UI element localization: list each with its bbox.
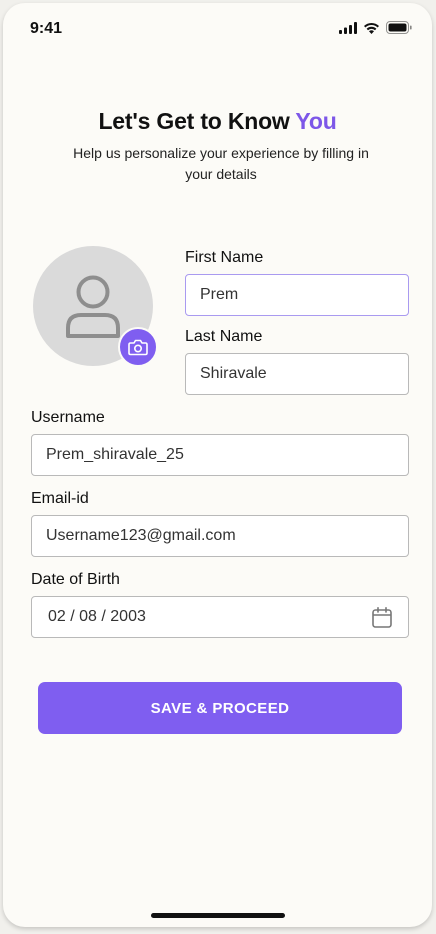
status-icons [339, 21, 412, 34]
dob-value: 02 / 08 / 2003 [48, 608, 146, 625]
email-label: Email-id [31, 490, 89, 507]
home-indicator [151, 913, 285, 918]
save-and-proceed-button[interactable]: SAVE & PROCEED [38, 682, 402, 734]
signal-icon [339, 21, 357, 34]
user-placeholder-icon [66, 275, 120, 338]
first-name-field[interactable] [185, 274, 409, 316]
page-subtitle: Help us personalize your experience by f… [73, 145, 369, 182]
calendar-icon[interactable] [372, 607, 392, 628]
battery-icon [386, 21, 412, 34]
change-photo-button[interactable] [118, 327, 158, 367]
username-field[interactable] [31, 434, 409, 476]
email-field[interactable] [31, 515, 409, 557]
username-input[interactable] [46, 446, 408, 464]
title-main: Let's Get to Know [98, 108, 296, 134]
last-name-input[interactable] [200, 365, 408, 383]
phone-screen: 9:41 Let's Get to Know You Help us perso… [3, 3, 432, 927]
dob-field[interactable]: 02 / 08 / 2003 [31, 596, 409, 638]
camera-icon [128, 339, 148, 355]
title-accent: You [295, 108, 337, 134]
last-name-field[interactable] [185, 353, 409, 395]
page-title: Let's Get to Know You [3, 108, 432, 135]
first-name-input[interactable] [200, 286, 408, 304]
wifi-icon [364, 22, 379, 34]
last-name-label: Last Name [185, 328, 263, 345]
status-time: 9:41 [30, 20, 63, 37]
first-name-label: First Name [185, 249, 264, 266]
username-label: Username [31, 409, 105, 426]
email-input[interactable] [46, 527, 408, 545]
dob-label: Date of Birth [31, 571, 120, 588]
